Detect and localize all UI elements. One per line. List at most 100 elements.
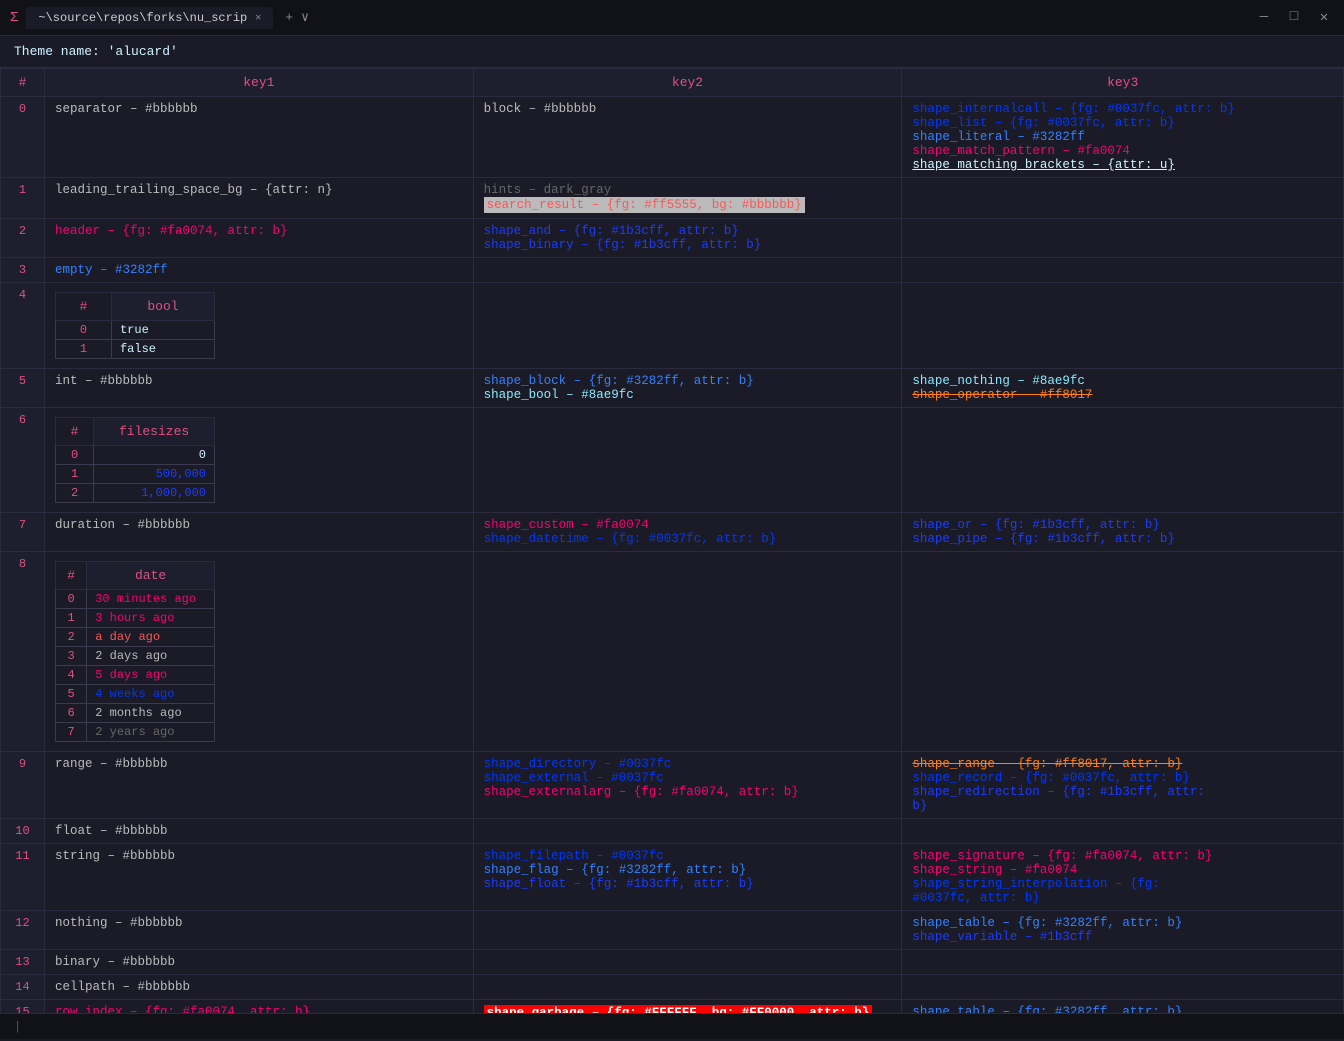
row-key3 [902, 408, 1344, 513]
row-key1: cellpath – #bbbbbb [45, 975, 474, 1000]
row-key2 [473, 258, 902, 283]
row-key1: # date 0 30 minutes ago 1 3 hours [45, 552, 474, 752]
row-key1: row_index – {fg: #fa0074, attr: b} [45, 1000, 474, 1014]
row-key2 [473, 819, 902, 844]
tab-main[interactable]: ~\source\repos\forks\nu_scrip ✕ [26, 7, 273, 29]
bool-mini-table: # bool 0 true 1 false [55, 292, 215, 359]
mini-table-row: 1 false [56, 340, 215, 359]
row-key3 [902, 819, 1344, 844]
row-num: 2 [1, 219, 45, 258]
mini-table-row: 0 30 minutes ago [56, 590, 215, 609]
table-row: 5 int – #bbbbbb shape_block – {fg: #3282… [1, 369, 1344, 408]
data-table: # key1 key2 key3 0 separator – #bbbbbb b… [0, 68, 1344, 1013]
mini-table-row: 1 500,000 [56, 465, 215, 484]
row-key3: shape_table – {fg: #3282ff, attr: b} sha… [902, 1000, 1344, 1014]
row-key1: separator – #bbbbbb [45, 97, 474, 178]
row-key1: leading_trailing_space_bg – {attr: n} [45, 178, 474, 219]
mini-col-num: # [56, 418, 94, 446]
mini-col-val: filesizes [94, 418, 215, 446]
row-num: 4 [1, 283, 45, 369]
row-key2: hints – dark_gray search_result – {fg: #… [473, 178, 902, 219]
mini-table-row: 2 a day ago [56, 628, 215, 647]
row-key3 [902, 975, 1344, 1000]
row-num: 9 [1, 752, 45, 819]
mini-table-row: 0 0 [56, 446, 215, 465]
col-header-key1: key1 [45, 69, 474, 97]
row-num: 7 [1, 513, 45, 552]
tab-close-icon[interactable]: ✕ [255, 12, 261, 24]
row-key2: shape_and – {fg: #1b3cff, attr: b} shape… [473, 219, 902, 258]
row-key2: shape_custom – #fa0074 shape_datetime – … [473, 513, 902, 552]
mini-col-val: bool [111, 293, 214, 321]
row-key2 [473, 975, 902, 1000]
mini-table-row: 6 2 months ago [56, 704, 215, 723]
table-row: 4 # bool 0 true [1, 283, 1344, 369]
mini-table-row: 5 4 weeks ago [56, 685, 215, 704]
window-controls: — □ ✕ [1254, 9, 1334, 26]
mini-table-row: 4 5 days ago [56, 666, 215, 685]
row-key3 [902, 178, 1344, 219]
main-content: # key1 key2 key3 0 separator – #bbbbbb b… [0, 68, 1344, 1013]
row-num: 10 [1, 819, 45, 844]
table-row: 9 range – #bbbbbb shape_directory – #003… [1, 752, 1344, 819]
theme-name-text: Theme name: 'alucard' [14, 44, 178, 59]
close-button[interactable]: ✕ [1314, 9, 1334, 26]
terminal-icon: Σ [10, 10, 18, 26]
row-key3: shape_range – {fg: #ff8017, attr: b} sha… [902, 752, 1344, 819]
date-mini-table: # date 0 30 minutes ago 1 3 hours [55, 561, 215, 742]
mini-table-row: 1 3 hours ago [56, 609, 215, 628]
row-num: 12 [1, 911, 45, 950]
mini-table-row: 7 2 years ago [56, 723, 215, 742]
row-num: 3 [1, 258, 45, 283]
table-row: 2 header – {fg: #fa0074, attr: b} shape_… [1, 219, 1344, 258]
mini-col-val: date [87, 562, 215, 590]
mini-table-row: 2 1,000,000 [56, 484, 215, 503]
row-key3 [902, 258, 1344, 283]
table-row: 10 float – #bbbbbb [1, 819, 1344, 844]
mini-col-num: # [56, 562, 87, 590]
col-header-key2: key2 [473, 69, 902, 97]
row-key2 [473, 950, 902, 975]
row-key1: # filesizes 0 0 1 500,000 [45, 408, 474, 513]
row-key2 [473, 911, 902, 950]
tab-dropdown-icon[interactable]: ∨ [301, 10, 309, 25]
filesizes-mini-table: # filesizes 0 0 1 500,000 [55, 417, 215, 503]
maximize-button[interactable]: □ [1284, 9, 1304, 26]
row-num: 11 [1, 844, 45, 911]
row-key3: shape_nothing – #8ae9fc shape_operator –… [902, 369, 1344, 408]
minimize-button[interactable]: — [1254, 9, 1274, 26]
table-row: 14 cellpath – #bbbbbb [1, 975, 1344, 1000]
mini-col-num: # [56, 293, 112, 321]
row-key2 [473, 552, 902, 752]
row-key1: duration – #bbbbbb [45, 513, 474, 552]
col-header-num: # [1, 69, 45, 97]
table-row: 8 # date 0 30 minutes ago [1, 552, 1344, 752]
row-key1: range – #bbbbbb [45, 752, 474, 819]
row-key3 [902, 950, 1344, 975]
row-key3: shape_signature – {fg: #fa0074, attr: b}… [902, 844, 1344, 911]
row-num: 6 [1, 408, 45, 513]
table-row: 7 duration – #bbbbbb shape_custom – #fa0… [1, 513, 1344, 552]
row-num: 1 [1, 178, 45, 219]
row-key1: string – #bbbbbb [45, 844, 474, 911]
table-row: 11 string – #bbbbbb shape_filepath – #00… [1, 844, 1344, 911]
row-num: 5 [1, 369, 45, 408]
table-row: 3 empty – #3282ff [1, 258, 1344, 283]
table-row: 13 binary – #bbbbbb [1, 950, 1344, 975]
row-key2: shape_directory – #0037fc shape_external… [473, 752, 902, 819]
new-tab-button[interactable]: + [285, 10, 293, 25]
cursor-indicator: | [14, 1020, 21, 1034]
row-key2: shape_filepath – #0037fc shape_flag – {f… [473, 844, 902, 911]
row-key2 [473, 408, 902, 513]
row-key1: # bool 0 true 1 false [45, 283, 474, 369]
row-num: 13 [1, 950, 45, 975]
row-num: 15 [1, 1000, 45, 1014]
row-num: 14 [1, 975, 45, 1000]
table-row: 12 nothing – #bbbbbb shape_table – {fg: … [1, 911, 1344, 950]
title-bar: Σ ~\source\repos\forks\nu_scrip ✕ + ∨ — … [0, 0, 1344, 36]
table-row: 0 separator – #bbbbbb block – #bbbbbb sh… [1, 97, 1344, 178]
row-key3: shape_table – {fg: #3282ff, attr: b} sha… [902, 911, 1344, 950]
table-row: 6 # filesizes 0 0 [1, 408, 1344, 513]
row-key3: shape_or – {fg: #1b3cff, attr: b} shape_… [902, 513, 1344, 552]
row-key1: int – #bbbbbb [45, 369, 474, 408]
